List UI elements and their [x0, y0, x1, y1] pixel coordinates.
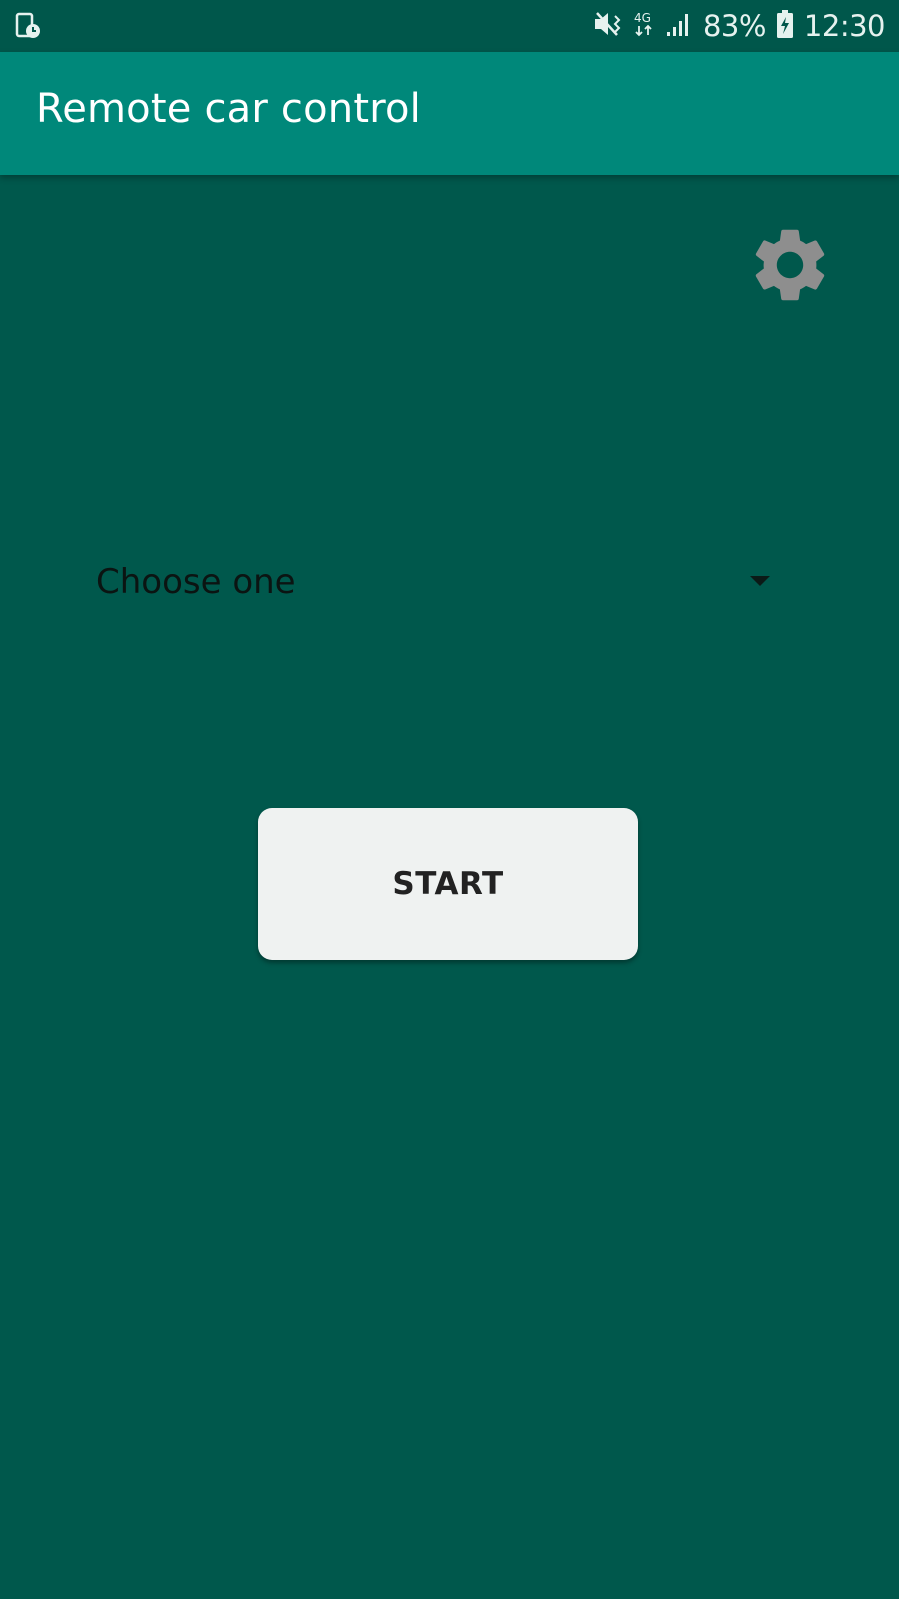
mode-spinner[interactable]: Choose one	[78, 540, 798, 628]
settings-button[interactable]	[746, 221, 834, 309]
screen-timer-icon	[14, 12, 42, 40]
battery-percent: 83%	[702, 9, 766, 43]
vibrate-mute-icon	[593, 10, 623, 43]
status-bar: 4G 83% 12:30	[0, 0, 899, 52]
start-button-label: START	[392, 866, 504, 902]
app-bar: Remote car control	[0, 52, 899, 175]
start-button[interactable]: START	[258, 808, 638, 960]
battery-charging-icon	[776, 9, 794, 44]
status-icons: 4G 83% 12:30	[593, 0, 886, 52]
clock: 12:30	[803, 9, 886, 43]
dropdown-arrow-icon	[750, 576, 770, 586]
network-type-label: 4G	[634, 11, 651, 25]
app-screen: 4G 83% 12:30 Remote car control Choose o…	[0, 0, 899, 1599]
network-4g-icon: 4G	[633, 9, 655, 44]
spinner-selected-value: Choose one	[96, 562, 296, 602]
app-title: Remote car control	[36, 86, 421, 132]
gear-icon	[755, 229, 825, 301]
signal-bars-icon	[665, 10, 693, 43]
